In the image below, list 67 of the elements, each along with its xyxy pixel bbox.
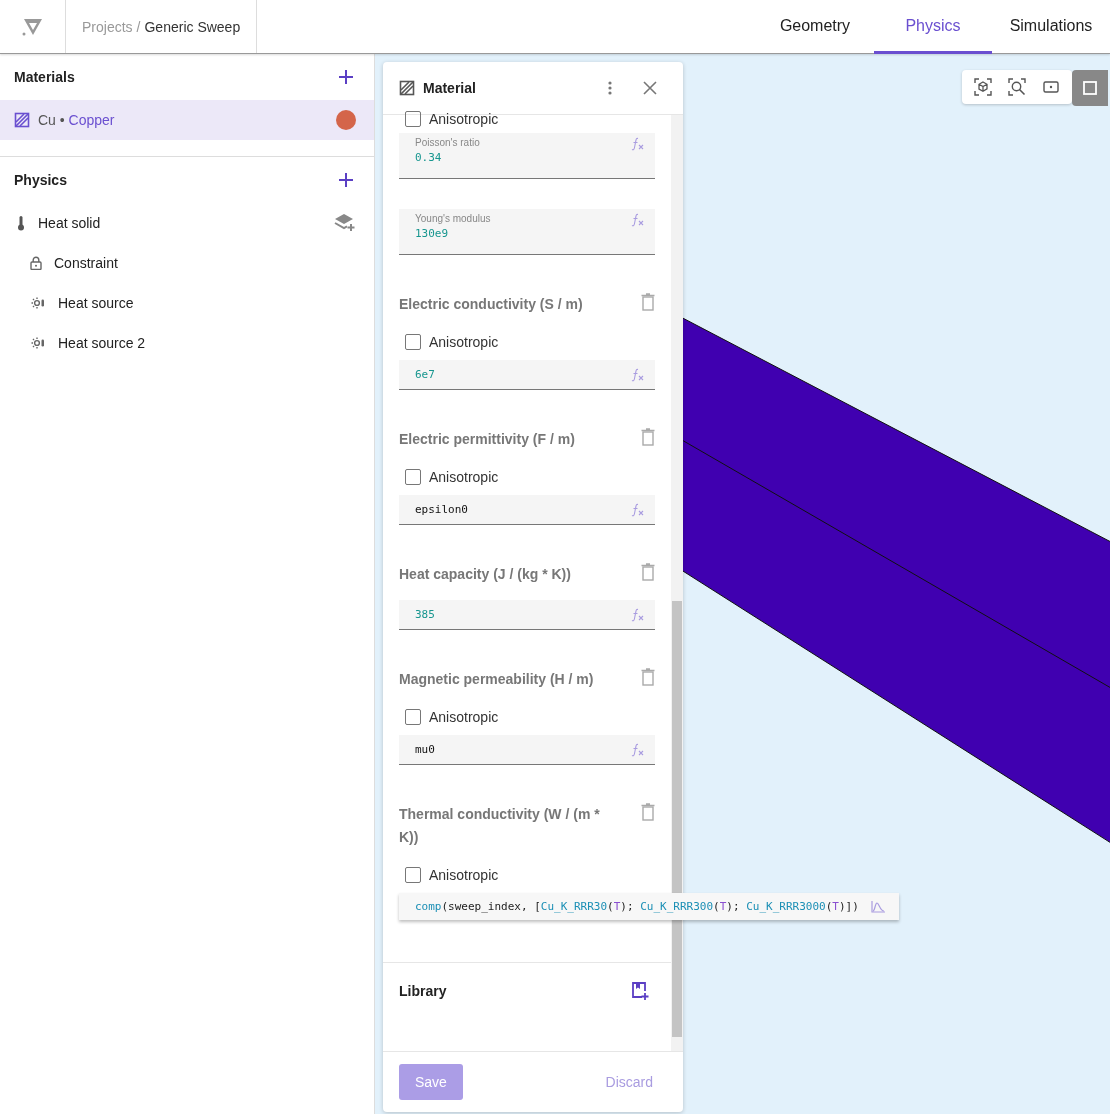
add-icon[interactable] [338,172,354,188]
breadcrumb-separator: / [136,18,141,35]
panel-title: Material [423,80,477,96]
checkbox[interactable] [405,709,421,725]
thermometer-icon [16,215,26,231]
checkbox[interactable] [405,334,421,350]
delete-icon[interactable] [641,428,655,446]
bookmark-add-icon[interactable] [631,981,649,1001]
checkbox[interactable] [405,469,421,485]
function-icon[interactable] [631,213,645,227]
project-title: Generic Sweep [144,18,241,35]
field-label: Poisson's ratio [415,137,481,148]
nav-tab[interactable]: Simulations [992,0,1110,54]
tree-item[interactable]: Constraint [54,255,356,271]
function-icon[interactable] [631,502,645,517]
function-icon[interactable] [631,137,645,151]
material-label: Cu • Copper [38,112,116,128]
lock-icon [30,256,42,270]
property-title: Electric permittivity (F / m) [399,430,575,449]
hatched-square-icon [14,112,30,128]
checkbox[interactable] [405,867,421,883]
curve-chart-icon[interactable] [870,900,885,913]
heat-source-icon [30,336,46,350]
property-title: Thermal conductivity (W / (m * K)) [399,805,601,847]
section-title: Materials [14,69,75,85]
delete-icon[interactable] [641,668,655,686]
checkbox-label: Anisotropic [429,111,499,127]
tree-item[interactable]: Heat solid [38,215,322,231]
checkbox[interactable] [405,111,421,127]
square-view-icon[interactable] [1072,70,1108,106]
function-icon[interactable] [631,742,645,757]
checkbox-label: Anisotropic [429,867,499,883]
field-value: mu0 [415,743,436,756]
add-icon[interactable] [338,69,354,85]
layers-add-icon[interactable] [334,213,356,233]
tree-item[interactable]: Heat source [58,295,356,311]
input-field[interactable]: epsilon0 [399,495,655,525]
more-icon[interactable] [607,80,613,96]
section-title: Physics [14,172,67,188]
property-title: Electric conductivity (S / m) [399,295,583,314]
delete-icon[interactable] [641,803,655,821]
field-value: 385 [415,608,436,621]
material-item[interactable]: Cu • Copper [0,100,374,140]
expression-field[interactable]: comp(sweep_index, [Cu_K_RRR30(T); Cu_K_RRR300(T); Cu_K_RRR3000(T)]) [399,893,899,920]
checkbox-label: Anisotropic [429,334,499,350]
tree-item[interactable]: Heat source 2 [58,335,356,351]
hatched-square-icon [399,80,415,96]
delete-icon[interactable] [641,563,655,581]
library-title: Library [399,983,447,999]
field-label: Young's modulus [415,213,492,224]
heat-source-icon [30,296,46,310]
field-value: epsilon0 [415,503,469,516]
input-field[interactable]: mu0 [399,735,655,765]
checkbox-label: Anisotropic [429,709,499,725]
property-title: Magnetic permeability (H / m) [399,670,594,689]
delete-icon[interactable] [641,293,655,311]
nav-tab[interactable]: Geometry [756,0,874,54]
close-icon[interactable] [643,81,657,95]
function-icon[interactable] [631,367,645,382]
property-title: Heat capacity (J / (kg * K)) [399,565,571,584]
field-value: 6e7 [415,368,436,381]
logo-icon[interactable] [20,16,45,37]
expression-text: comp(sweep_index, [Cu_K_RRR30(T); Cu_K_RRR300(T); Cu_K_RRR3000(T)]) [415,900,859,913]
checkbox-label: Anisotropic [429,469,499,485]
function-icon[interactable] [631,607,645,622]
field-value: 130e9 [415,227,450,240]
field-value: 0.34 [415,151,443,164]
